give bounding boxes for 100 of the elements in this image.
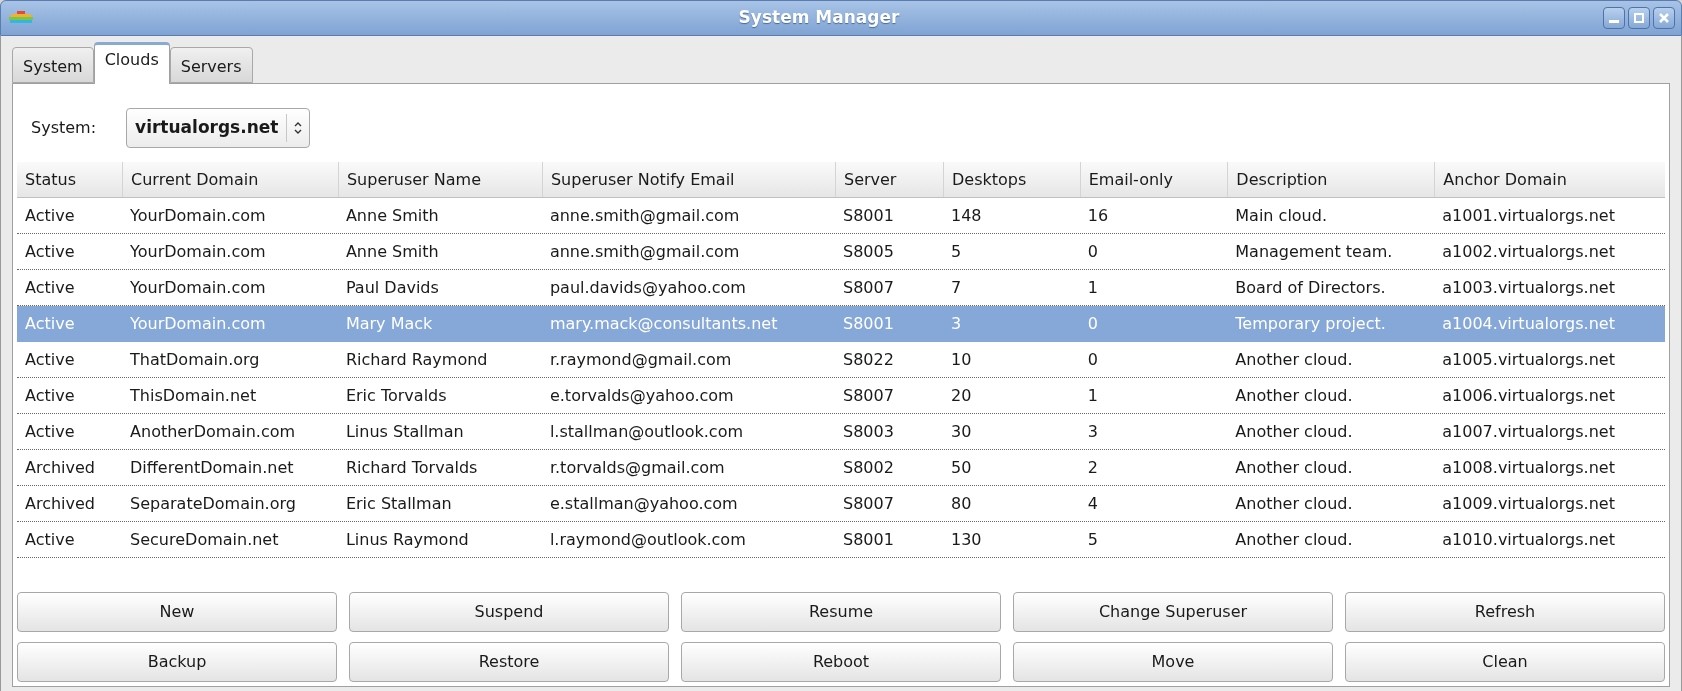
updown-icon <box>293 121 304 135</box>
table-row[interactable]: Active SecureDomain.net Linus Raymond l.raymond@outlook.com S8001 130 5 Another cloud. a1010.virtualorgs.net <box>17 522 1665 558</box>
table-cell-text: 0 <box>1086 348 1099 371</box>
table-cell-text: 148 <box>950 204 983 227</box>
action-button[interactable]: Restore <box>349 642 669 682</box>
table-cell-text: 5 <box>950 240 963 263</box>
column-header[interactable]: Description <box>1227 162 1435 197</box>
table-cell-text: Active <box>24 312 76 335</box>
table-cell-text: Temporary project. <box>1234 312 1387 335</box>
action-button[interactable]: Change Superuser <box>1013 592 1333 632</box>
table-cell-text: Active <box>24 348 76 371</box>
action-button[interactable]: Suspend <box>349 592 669 632</box>
table-row[interactable]: Active YourDomain.com Anne Smith anne.smith@gmail.com S8001 148 16 Main cloud. a1001.virtualorgs.net <box>17 198 1665 234</box>
column-header[interactable]: Superuser Notify Email <box>541 162 835 197</box>
table-cell-text: Eric Stallman <box>344 492 453 515</box>
table-cell-text: S8002 <box>841 456 895 479</box>
table-cell-text: r.torvalds@gmail.com <box>548 456 726 479</box>
table-cell-text: Active <box>24 528 76 551</box>
action-button[interactable]: Resume <box>681 592 1001 632</box>
action-button[interactable]: New <box>17 592 337 632</box>
table-cell-text: 30 <box>950 420 973 443</box>
table-cell-text: Archived <box>24 492 97 515</box>
table-row[interactable]: Active AnotherDomain.com Linus Stallman l.stallman@outlook.com S8003 30 3 Another cloud. a1007.virtualorgs.net <box>17 414 1665 450</box>
table-cell-text: S8007 <box>841 384 895 407</box>
table-cell-text: paul.davids@yahoo.com <box>548 276 747 299</box>
table-cell-text: S8005 <box>841 240 895 263</box>
table-row[interactable]: Active ThisDomain.net Eric Torvalds e.torvalds@yahoo.com S8007 20 1 Another cloud. a1006.virtualorgs.net <box>17 378 1665 414</box>
table-cell-text: ThisDomain.net <box>129 384 258 407</box>
table-cell-text: Anne Smith <box>344 240 440 263</box>
table-cell-text: Board of Directors. <box>1234 276 1387 299</box>
column-header[interactable]: Superuser Name <box>337 162 542 197</box>
tab[interactable]: System <box>12 47 94 83</box>
table-cell-text: 5 <box>1086 528 1099 551</box>
table-cell-text: S8001 <box>841 528 895 551</box>
app-icon <box>7 11 35 25</box>
table-cell-text: Active <box>24 204 76 227</box>
system-select[interactable]: virtualorgs.net <box>126 108 311 148</box>
column-header[interactable]: Server <box>834 162 943 197</box>
maximize-button[interactable] <box>1628 7 1650 29</box>
table-cell-text: 50 <box>950 456 973 479</box>
table-cell-text: S8001 <box>841 204 895 227</box>
table-cell-text: a1009.virtualorgs.net <box>1441 492 1616 515</box>
column-header[interactable]: Anchor Domain <box>1434 162 1665 197</box>
column-header[interactable]: Current Domain <box>122 162 338 197</box>
table-cell-text: Another cloud. <box>1234 384 1354 407</box>
action-button[interactable]: Backup <box>17 642 337 682</box>
table-cell-text: Management team. <box>1234 240 1394 263</box>
table-cell-text: Another cloud. <box>1234 456 1354 479</box>
table-cell-text: Richard Torvalds <box>344 456 479 479</box>
table-cell-text: S8007 <box>841 492 895 515</box>
table-cell-text: 2 <box>1086 456 1099 479</box>
table-cell-text: a1007.virtualorgs.net <box>1441 420 1616 443</box>
column-header[interactable]: Status <box>17 162 123 197</box>
action-button[interactable]: Reboot <box>681 642 1001 682</box>
column-header[interactable]: Desktops <box>943 162 1080 197</box>
action-button[interactable]: Clean <box>1345 642 1665 682</box>
table-cell-text: ThatDomain.org <box>129 348 261 371</box>
table-cell-text: Linus Raymond <box>344 528 470 551</box>
table-cell-text: 0 <box>1086 240 1099 263</box>
table-cell-text: 80 <box>950 492 973 515</box>
table-cell-text: Linus Stallman <box>344 420 465 443</box>
table-cell-text: 10 <box>950 348 973 371</box>
table-row[interactable]: Active ThatDomain.org Richard Raymond r.raymond@gmail.com S8022 10 0 Another cloud. a1005.virtualorgs.net <box>17 342 1665 378</box>
table-cell-text: a1001.virtualorgs.net <box>1441 204 1616 227</box>
table-cell-text: l.raymond@outlook.com <box>548 528 747 551</box>
table-cell-text: S8007 <box>841 276 895 299</box>
minimize-button[interactable] <box>1603 7 1625 29</box>
table-cell-text: a1002.virtualorgs.net <box>1441 240 1616 263</box>
table-cell-text: 1 <box>1086 384 1099 407</box>
table-cell-text: e.torvalds@yahoo.com <box>548 384 735 407</box>
table-cell-text: S8003 <box>841 420 895 443</box>
table-cell-text: r.raymond@gmail.com <box>548 348 733 371</box>
minimize-icon <box>1609 19 1619 23</box>
table-cell-text: S8001 <box>841 312 895 335</box>
table-cell-text: Anne Smith <box>344 204 440 227</box>
action-button[interactable]: Refresh <box>1345 592 1665 632</box>
table-cell-text: YourDomain.com <box>129 276 267 299</box>
action-button[interactable]: Move <box>1013 642 1333 682</box>
table-cell-text: 3 <box>1086 420 1099 443</box>
table-row[interactable]: Archived DifferentDomain.net Richard Torvalds r.torvalds@gmail.com S8002 50 2 Another cloud. a1008.virtualorgs.net <box>17 450 1665 486</box>
table-cell-text: Active <box>24 276 76 299</box>
table-cell-text: 7 <box>950 276 963 299</box>
table-cell-text: a1008.virtualorgs.net <box>1441 456 1616 479</box>
table-cell-text: Another cloud. <box>1234 528 1354 551</box>
table-cell-text: 20 <box>950 384 973 407</box>
table-cell-text: Eric Torvalds <box>344 384 448 407</box>
table-cell-text: 130 <box>950 528 983 551</box>
table-cell-text: Active <box>24 240 76 263</box>
table-cell-text: Active <box>24 384 76 407</box>
table-cell-text: a1003.virtualorgs.net <box>1441 276 1616 299</box>
tab[interactable]: Clouds <box>93 42 170 84</box>
close-button[interactable] <box>1653 7 1675 29</box>
table-row[interactable]: Active YourDomain.com Anne Smith anne.smith@gmail.com S8005 5 0 Management team. a1002.virtualorgs.net <box>17 234 1665 270</box>
table-cell-text: 4 <box>1086 492 1099 515</box>
system-label: System: <box>31 117 97 139</box>
column-header[interactable]: Email-only <box>1079 162 1228 197</box>
table-cell-text: Another cloud. <box>1234 492 1354 515</box>
table-cell-text: Another cloud. <box>1234 348 1354 371</box>
tab[interactable]: Servers <box>169 47 253 83</box>
table-row[interactable]: Archived SeparateDomain.org Eric Stallman e.stallman@yahoo.com S8007 80 4 Another cloud. a1009.virtualorgs.net <box>17 486 1665 522</box>
